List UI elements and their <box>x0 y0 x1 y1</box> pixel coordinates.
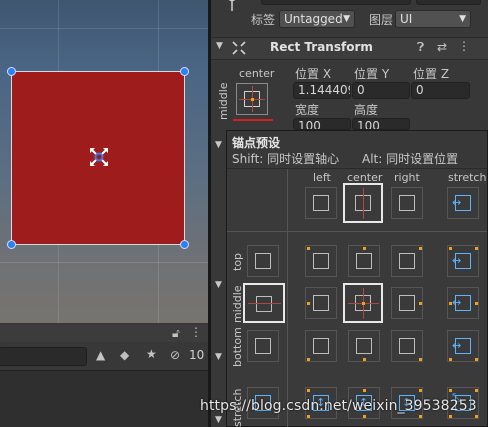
lock-icon[interactable]: 🔓︎ <box>172 326 180 341</box>
chevron-down-icon: ▼ <box>459 14 466 24</box>
scene-grid-line <box>0 28 208 29</box>
stretch-horizontal-icon: ↔ <box>452 339 462 352</box>
foldout-arrow-icon[interactable]: ▼ <box>216 41 223 51</box>
hierarchy-header: 🔓︎ ⋮ <box>0 325 208 342</box>
layer-value: UI <box>400 12 413 26</box>
column-label-right: right <box>394 171 420 184</box>
column-label-stretch: stretch <box>448 171 487 184</box>
pos-z-field[interactable]: 0 <box>411 82 470 99</box>
popup-divider <box>227 168 487 169</box>
component-title: Rect Transform <box>270 40 373 54</box>
chevron-down-icon: ▼ <box>343 14 350 24</box>
favorite-star-icon[interactable]: ★ <box>146 347 157 361</box>
resize-handle-bottom-right[interactable] <box>180 240 189 249</box>
scene-view[interactable] <box>0 0 208 323</box>
hierarchy-search-input[interactable] <box>0 347 87 366</box>
preset-header-left[interactable] <box>305 187 337 219</box>
scene-grid-line <box>0 262 208 263</box>
preset-row-bottom[interactable] <box>247 330 279 362</box>
shift-hint: Shift: 同时设置轴心 <box>232 152 340 166</box>
preset-header-right[interactable] <box>391 187 423 219</box>
stretch-horizontal-icon: ↔ <box>452 296 462 309</box>
anchor-horizontal-label: center <box>239 67 275 80</box>
pos-y-field[interactable]: 0 <box>352 82 410 99</box>
preset-middle-stretch[interactable]: ↔ <box>447 287 479 319</box>
resize-handle-top-right[interactable] <box>180 67 189 76</box>
object-name-field[interactable] <box>261 0 411 5</box>
pos-x-field[interactable]: 1.144409 <box>293 82 351 99</box>
popup-header: 锚点预设 Shift: 同时设置轴心 Alt: 同时设置位置 <box>227 131 487 167</box>
anchor-presets-popup: 锚点预设 Shift: 同时设置轴心 Alt: 同时设置位置 left cent… <box>226 130 488 427</box>
preset-bottom-right[interactable] <box>391 330 423 362</box>
popup-column-divider <box>287 169 288 427</box>
watermark-text: https://blog.csdn.net/weixin_39538253 <box>200 398 477 414</box>
layer-label: 图层 <box>369 13 394 27</box>
tag-dropdown[interactable]: Untagged ▼ <box>279 10 355 28</box>
pos-z-label: 位置 Z <box>413 67 450 81</box>
layer-dropdown[interactable]: UI ▼ <box>395 10 471 28</box>
rect-transform-icon <box>232 41 246 55</box>
preset-middle-right[interactable] <box>391 287 423 319</box>
preset-middle-left[interactable] <box>305 287 337 319</box>
width-field[interactable]: 100 <box>293 118 351 130</box>
foldout-arrow-icon[interactable]: ▼ <box>215 415 222 425</box>
stretch-horizontal-icon: ↔ <box>452 196 462 209</box>
anchor-vertical-label: middle <box>217 82 230 120</box>
hidden-count-icon[interactable]: ⊘ <box>170 348 180 362</box>
preset-top-center[interactable] <box>348 245 380 277</box>
help-icon[interactable]: ❓︎ <box>417 40 424 55</box>
annotation-underline <box>233 119 273 121</box>
tag-value: Untagged <box>284 12 343 26</box>
width-label: 宽度 <box>295 103 320 117</box>
filter-by-type-icon[interactable]: ▲ <box>96 348 105 362</box>
label-tag-icon[interactable]: ◆ <box>120 348 129 362</box>
popup-title: 锚点预设 <box>232 136 281 150</box>
preset-top-left[interactable] <box>305 245 337 277</box>
popup-row-divider <box>227 231 487 232</box>
preset-bottom-left[interactable] <box>305 330 337 362</box>
component-menu-icon[interactable]: ⋮ <box>458 39 470 53</box>
resize-handle-top-left[interactable] <box>7 67 16 76</box>
resize-handle-bottom-left[interactable] <box>7 240 16 249</box>
pos-y-label: 位置 Y <box>354 67 390 81</box>
height-label: 高度 <box>354 103 379 117</box>
static-flag[interactable] <box>416 0 481 5</box>
rect-transform-header[interactable]: ▼ Rect Transform ❓︎ ⇄ ⋮ <box>211 37 488 60</box>
preset-header-stretch[interactable]: ↔ <box>447 187 479 219</box>
stretch-horizontal-icon: ↔ <box>452 254 462 267</box>
preset-header-center[interactable] <box>343 183 383 223</box>
menu-kebab-icon[interactable]: ⋮ <box>190 325 202 339</box>
foldout-arrow-icon[interactable]: ▼ <box>215 140 222 150</box>
hierarchy-list[interactable] <box>0 371 208 427</box>
alt-hint: Alt: 同时设置位置 <box>362 152 459 166</box>
gameobject-cube-icon <box>228 0 236 11</box>
preset-top-right[interactable] <box>391 245 423 277</box>
anchor-pivot-icon[interactable] <box>88 146 110 168</box>
preset-icon[interactable]: ⇄ <box>437 40 447 54</box>
preset-middle-center[interactable] <box>343 283 383 323</box>
preset-row-middle[interactable] <box>243 283 285 323</box>
preset-bottom-stretch[interactable]: ↔ <box>447 330 479 362</box>
preset-row-top[interactable] <box>247 245 279 277</box>
foldout-arrow-icon[interactable]: ▼ <box>215 280 222 290</box>
foldout-arrow-icon[interactable]: ▼ <box>215 352 222 362</box>
height-field[interactable]: 100 <box>352 118 410 130</box>
row-label-bottom: bottom <box>231 327 244 367</box>
pos-x-label: 位置 X <box>295 67 332 81</box>
preset-bottom-center[interactable] <box>348 330 380 362</box>
tag-label: 标签 <box>251 13 276 27</box>
anchor-preset-button[interactable] <box>236 83 268 115</box>
preset-top-stretch[interactable]: ↔ <box>447 245 479 277</box>
row-label-top: top <box>231 252 244 271</box>
column-label-left: left <box>313 171 331 184</box>
hidden-count: 10 <box>189 348 205 362</box>
